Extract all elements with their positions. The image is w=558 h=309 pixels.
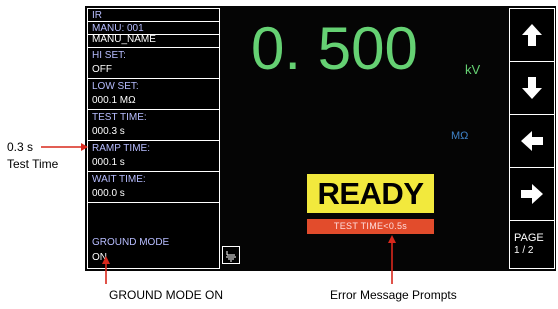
error-message-arrow xyxy=(388,235,396,284)
annotation-arrows xyxy=(41,143,396,284)
ground-mode-arrow xyxy=(102,256,110,284)
test-time-arrow xyxy=(41,143,88,151)
